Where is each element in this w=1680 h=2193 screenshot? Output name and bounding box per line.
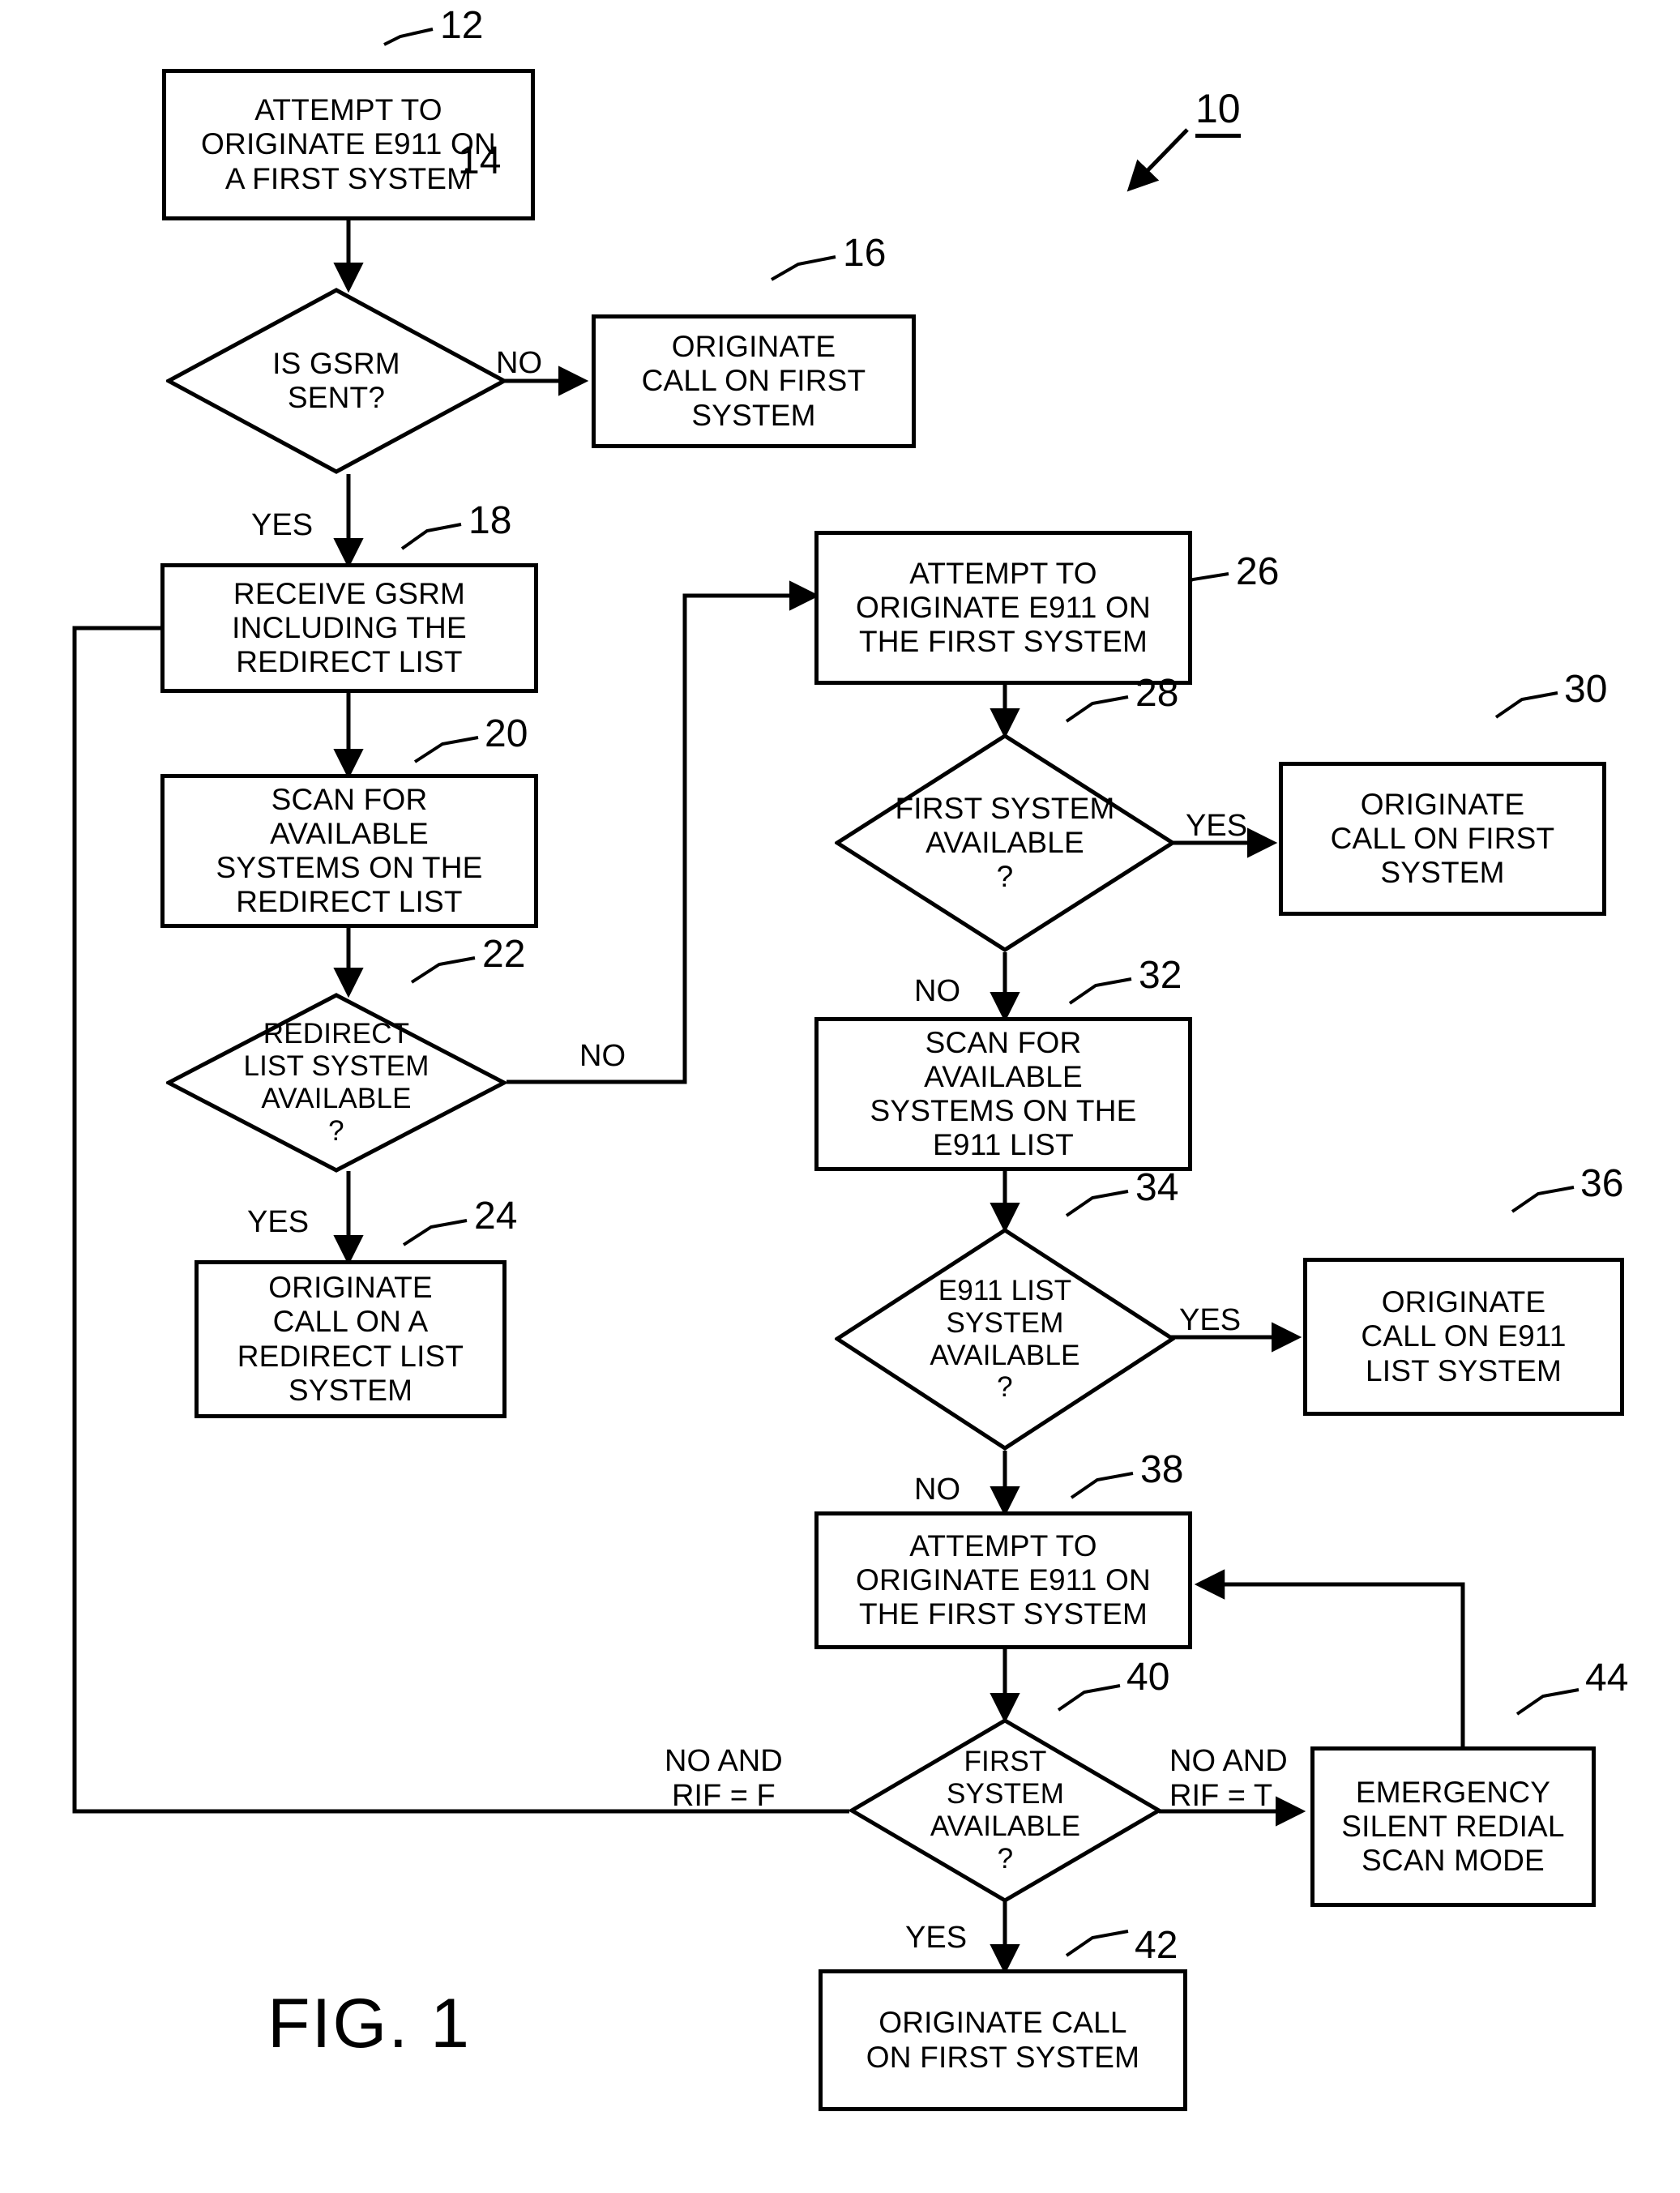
decision-diamond-22-label: REDIRECT LIST SYSTEM AVAILABLE ? [243, 1018, 430, 1147]
ref-numeral-20: 20 [485, 712, 528, 755]
process-box-24[interactable]: ORIGINATE CALL ON A REDIRECT LIST SYSTEM [195, 1260, 507, 1418]
decision-diamond-40-label: FIRST SYSTEM AVAILABLE ? [930, 1746, 1081, 1875]
decision-diamond-28[interactable]: FIRST SYSTEM AVAILABLE ? [835, 733, 1175, 952]
ref-numeral-38: 38 [1140, 1448, 1184, 1491]
decision-diamond-34-label: E911 LIST SYSTEM AVAILABLE ? [930, 1274, 1080, 1404]
ref-numeral-14: 14 [458, 139, 502, 182]
ref-numeral-30: 30 [1564, 668, 1608, 711]
ref-numeral-42: 42 [1135, 1924, 1178, 1967]
edge-label-40-no-rif-false: NO AND RIF = F [665, 1744, 783, 1813]
edge-label-14-yes: YES [251, 508, 314, 542]
ref-numeral-22: 22 [482, 933, 526, 976]
process-box-44-label: EMERGENCY SILENT REDIAL SCAN MODE [1341, 1775, 1565, 1878]
edge-label-28-no: NO [914, 974, 960, 1008]
edge-label-28-yes: YES [1186, 809, 1248, 843]
process-box-16-label: ORIGINATE CALL ON FIRST SYSTEM [641, 330, 866, 432]
ref-numeral-34: 34 [1135, 1166, 1179, 1209]
edge-label-22-yes: YES [247, 1205, 310, 1239]
process-box-42[interactable]: ORIGINATE CALL ON FIRST SYSTEM [819, 1969, 1187, 2111]
edge-label-40-yes: YES [905, 1921, 968, 1955]
diagram-ref-numeral-10: 10 [1195, 85, 1241, 138]
process-box-20-label: SCAN FOR AVAILABLE SYSTEMS ON THE REDIRE… [216, 782, 483, 919]
decision-diamond-28-label: FIRST SYSTEM AVAILABLE ? [895, 791, 1115, 894]
decision-diamond-22[interactable]: REDIRECT LIST SYSTEM AVAILABLE ? [166, 993, 507, 1173]
process-box-18[interactable]: RECEIVE GSRM INCLUDING THE REDIRECT LIST [160, 563, 538, 693]
process-box-26-label: ATTEMPT TO ORIGINATE E911 ON THE FIRST S… [856, 556, 1151, 659]
process-box-38[interactable]: ATTEMPT TO ORIGINATE E911 ON THE FIRST S… [814, 1511, 1192, 1649]
process-box-30-label: ORIGINATE CALL ON FIRST SYSTEM [1330, 787, 1555, 890]
process-box-18-label: RECEIVE GSRM INCLUDING THE REDIRECT LIST [232, 576, 467, 679]
ref-numeral-24: 24 [474, 1195, 518, 1238]
ref-numeral-26: 26 [1236, 550, 1280, 593]
process-box-42-label: ORIGINATE CALL ON FIRST SYSTEM [866, 2006, 1140, 2074]
ref-numeral-32: 32 [1139, 954, 1182, 997]
decision-diamond-14[interactable]: IS GSRM SENT? [166, 288, 507, 474]
process-box-16[interactable]: ORIGINATE CALL ON FIRST SYSTEM [592, 314, 916, 448]
process-box-20[interactable]: SCAN FOR AVAILABLE SYSTEMS ON THE REDIRE… [160, 774, 538, 928]
process-box-36-label: ORIGINATE CALL ON E911 LIST SYSTEM [1361, 1285, 1567, 1387]
decision-diamond-40[interactable]: FIRST SYSTEM AVAILABLE ? [849, 1718, 1161, 1903]
process-box-24-label: ORIGINATE CALL ON A REDIRECT LIST SYSTEM [237, 1271, 464, 1407]
process-box-44[interactable]: EMERGENCY SILENT REDIAL SCAN MODE [1310, 1746, 1596, 1907]
ref-numeral-36: 36 [1580, 1162, 1624, 1205]
decision-diamond-14-label: IS GSRM SENT? [272, 346, 400, 414]
process-box-12-label: ATTEMPT TO ORIGINATE E911 ON A FIRST SYS… [201, 93, 496, 195]
process-box-30[interactable]: ORIGINATE CALL ON FIRST SYSTEM [1279, 762, 1606, 916]
edge-label-34-no: NO [914, 1473, 960, 1507]
edge-label-22-no: NO [579, 1039, 626, 1073]
ref-numeral-12: 12 [440, 4, 484, 47]
ref-numeral-44: 44 [1585, 1657, 1629, 1699]
ref-numeral-28: 28 [1135, 672, 1179, 715]
process-box-32[interactable]: SCAN FOR AVAILABLE SYSTEMS ON THE E911 L… [814, 1017, 1192, 1171]
patent-figure-sheet: ATTEMPT TO ORIGINATE E911 ON A FIRST SYS… [0, 0, 1680, 2193]
ref-numeral-40: 40 [1126, 1656, 1170, 1699]
process-box-26[interactable]: ATTEMPT TO ORIGINATE E911 ON THE FIRST S… [814, 531, 1192, 685]
edge-label-34-yes: YES [1179, 1303, 1242, 1337]
ref-numeral-18: 18 [468, 499, 512, 542]
decision-diamond-34[interactable]: E911 LIST SYSTEM AVAILABLE ? [835, 1228, 1175, 1451]
figure-caption: FIG. 1 [267, 1985, 471, 2063]
edge-label-40-no-rif-true: NO AND RIF = T [1169, 1744, 1288, 1813]
process-box-38-label: ATTEMPT TO ORIGINATE E911 ON THE FIRST S… [856, 1528, 1151, 1631]
ref-numeral-16: 16 [843, 232, 887, 275]
process-box-32-label: SCAN FOR AVAILABLE SYSTEMS ON THE E911 L… [870, 1025, 1137, 1162]
process-box-36[interactable]: ORIGINATE CALL ON E911 LIST SYSTEM [1303, 1258, 1624, 1416]
